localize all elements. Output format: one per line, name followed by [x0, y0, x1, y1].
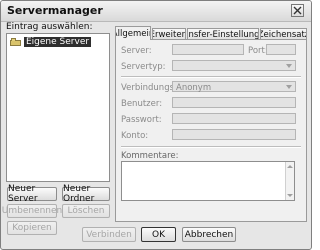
tab-general[interactable]: Allgemein: [115, 26, 151, 40]
server-label: Server:: [121, 46, 152, 56]
close-icon: [293, 6, 302, 15]
chevron-down-icon: [286, 64, 292, 68]
cancel-button[interactable]: Abbrechen: [182, 227, 236, 242]
connection-type-value: Anonym: [176, 83, 212, 93]
server-tree[interactable]: Eigene Server: [6, 33, 110, 182]
connect-button[interactable]: Verbinden: [82, 227, 136, 242]
window-title: Servermanager: [7, 4, 103, 17]
folder-icon: [10, 38, 21, 46]
separator: [121, 146, 301, 148]
user-label: Benutzer:: [121, 99, 163, 109]
user-input[interactable]: [172, 97, 296, 108]
servertype-label: Servertyp:: [121, 62, 166, 72]
password-label: Passwort:: [121, 115, 162, 125]
new-server-button[interactable]: Neuer Server: [7, 184, 57, 204]
close-button[interactable]: [291, 4, 304, 17]
copy-button[interactable]: Kopieren: [7, 221, 57, 235]
separator: [121, 76, 301, 78]
comments-scrollbar[interactable]: [285, 162, 294, 200]
scroll-down-icon[interactable]: [287, 194, 293, 197]
ok-button[interactable]: OK: [141, 227, 176, 242]
title-bar[interactable]: Servermanager: [1, 1, 311, 22]
port-input[interactable]: [266, 44, 296, 55]
delete-button[interactable]: Löschen: [62, 204, 110, 218]
password-input[interactable]: [172, 113, 296, 124]
connection-type-select[interactable]: Anonym: [172, 81, 296, 93]
account-input[interactable]: [172, 129, 296, 140]
comments-textarea[interactable]: [121, 161, 295, 201]
account-label: Konto:: [121, 131, 149, 141]
port-label: Port:: [248, 46, 268, 56]
chevron-down-icon: [286, 85, 292, 89]
new-folder-button[interactable]: Neuer Ordner: [62, 184, 110, 204]
server-input[interactable]: [172, 44, 244, 55]
server-manager-window: Servermanager Eintrag auswählen: Eigene …: [0, 0, 312, 250]
scroll-up-icon[interactable]: [287, 165, 293, 168]
rename-button[interactable]: Umbenennen: [2, 204, 62, 218]
tree-item-label: Eigene Server: [24, 37, 92, 47]
dialog-content: Eintrag auswählen: Eigene Server Neuer S…: [1, 22, 311, 249]
general-tab-panel: Server: Port: Servertyp: Verbindungsart:…: [115, 39, 307, 222]
tree-item-own-servers[interactable]: Eigene Server: [10, 37, 92, 47]
servertype-select[interactable]: [172, 60, 296, 71]
comments-label: Kommentare:: [121, 151, 179, 161]
entry-select-label: Eintrag auswählen:: [6, 22, 93, 32]
